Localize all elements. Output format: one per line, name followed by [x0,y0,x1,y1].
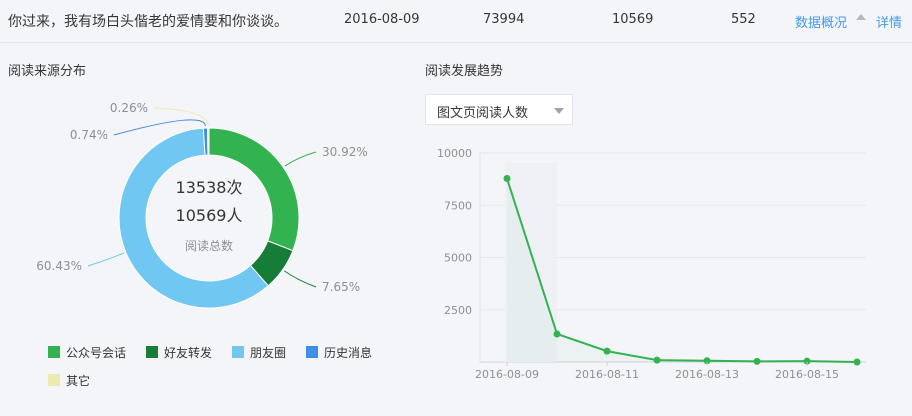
y-tick-label: 7500 [444,199,472,212]
x-tick-label: 2016-08-11 [575,368,639,381]
legend-swatch [232,346,244,358]
article-value-2: 10569 [612,12,654,27]
donut-slice [207,127,210,156]
y-tick-label: 10000 [437,147,472,160]
detail-link[interactable]: 详情 [876,12,902,31]
legend-swatch [48,374,60,386]
metric-select[interactable]: 图文页阅读人数 [425,94,573,125]
center-count: 13538次 [176,178,243,197]
slice-label: 0.26% [110,101,148,115]
trend-section-title: 阅读发展趋势 [425,64,504,79]
legend-label: 好友转发 [164,346,213,360]
y-tick-label: 2500 [444,304,472,317]
overview-link[interactable]: 数据概况 [795,12,847,31]
metric-select-value: 图文页阅读人数 [437,106,529,121]
data-point [753,357,761,365]
data-point [653,356,661,364]
article-title: 你过来，我有场白头偕老的爱情要和你谈谈。 [8,14,288,30]
legend-swatch [306,346,318,358]
data-point [553,330,561,338]
leader-line [284,151,317,167]
y-tick-label: 5000 [444,252,472,265]
slice-label: 7.65% [322,280,360,294]
legend-swatch [48,346,60,358]
legend-label: 公众号会话 [66,346,127,360]
data-point [503,174,511,182]
legend-swatch [146,346,158,358]
legend-label: 其它 [66,374,91,388]
slice-label: 0.74% [70,128,108,142]
center-caption: 阅读总数 [185,238,233,253]
leader-line [283,270,317,288]
x-tick-label: 2016-08-13 [675,368,739,381]
article-row: 你过来，我有场白头偕老的爱情要和你谈谈。 2016-08-09 73994 10… [0,0,912,43]
data-point [853,358,861,366]
chevron-down-icon [554,108,564,114]
article-value-1: 73994 [483,12,525,27]
leader-line [87,252,125,267]
slice-label: 30.92% [322,145,368,159]
x-tick-label: 2016-08-09 [475,368,539,381]
slice-label: 60.43% [36,259,82,273]
center-people: 10569人 [176,206,243,225]
article-date: 2016-08-09 [344,12,420,27]
article-value-3: 552 [731,12,756,27]
legend-label: 朋友圈 [250,346,287,360]
trend-line-chart: 2500 5000 7500 10000 2016-08-09 2016-08-11 201… [437,147,866,381]
source-section-title: 阅读来源分布 [8,64,87,79]
x-tick-label: 2016-08-15 [775,368,839,381]
legend-label: 历史消息 [324,346,373,360]
data-point [603,347,611,355]
caret-up-icon[interactable] [856,14,866,20]
